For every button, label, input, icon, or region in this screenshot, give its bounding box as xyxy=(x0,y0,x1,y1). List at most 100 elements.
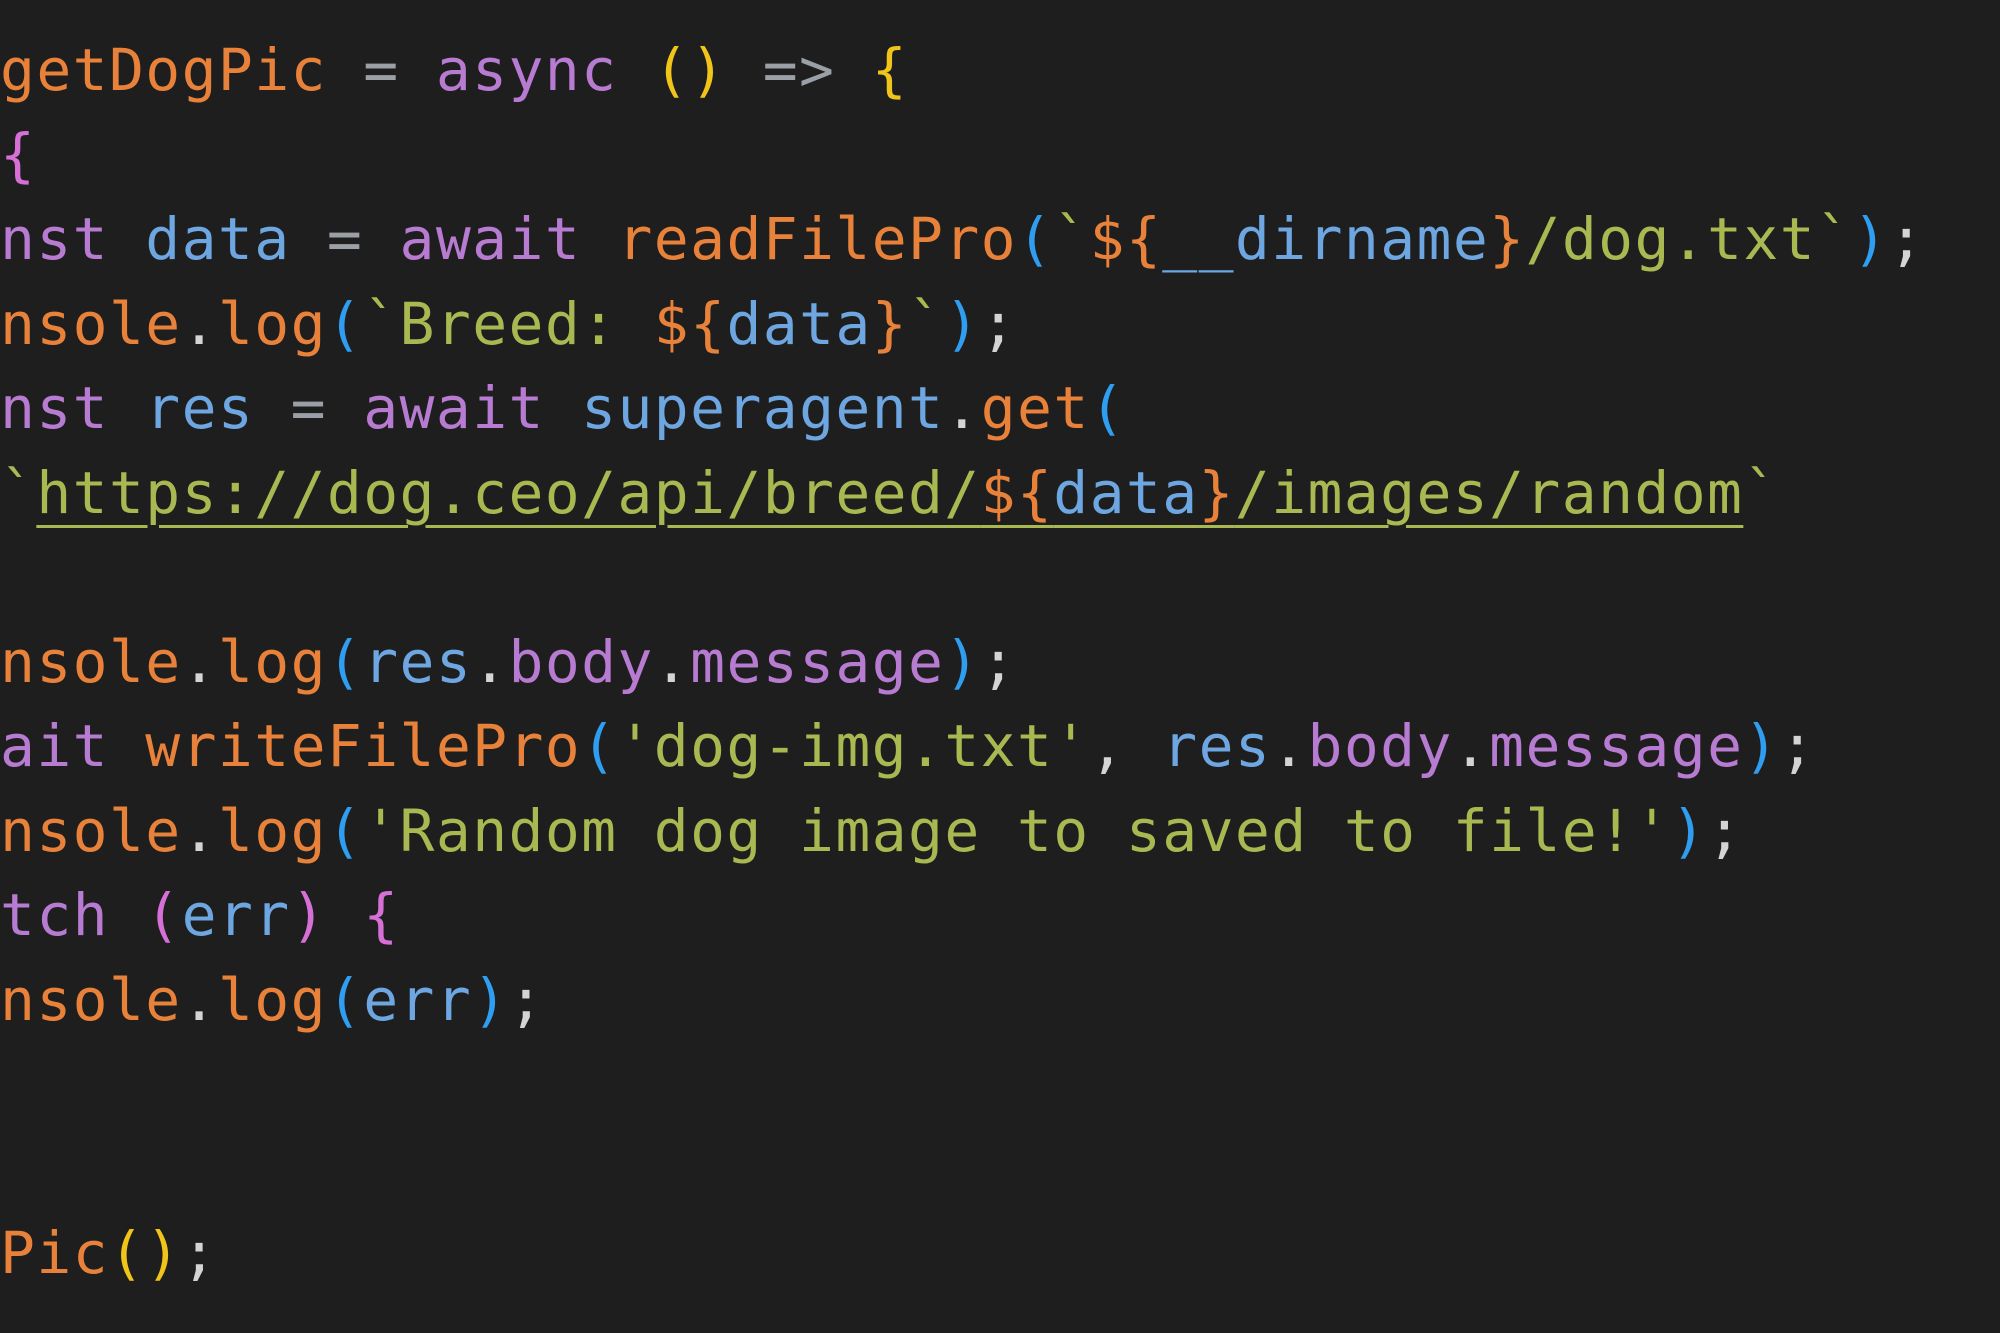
code-link-token[interactable]: /images/random xyxy=(1235,459,1743,527)
code-line[interactable]: { xyxy=(0,113,36,197)
code-token: res xyxy=(363,627,473,696)
code-token: nst xyxy=(0,205,109,273)
code-token: ) xyxy=(1743,712,1780,780)
code-token: ) xyxy=(944,289,981,358)
code-line[interactable]: nsole.log('Random dog image to saved to … xyxy=(0,789,1743,873)
code-editor[interactable]: getDogPic = async () => {{nst data = awa… xyxy=(0,0,2000,1333)
code-token: ; xyxy=(181,1219,218,1287)
code-line[interactable]: Pic(); xyxy=(0,1211,218,1295)
code-token: message xyxy=(1489,712,1744,780)
code-token: { xyxy=(0,120,37,189)
code-link-token[interactable]: https://dog.ceo/api/breed/ xyxy=(36,459,980,527)
code-token: superagent xyxy=(581,374,945,442)
code-token: ; xyxy=(508,965,545,1034)
code-token: ( xyxy=(326,627,364,696)
code-token: = xyxy=(290,205,400,273)
code-token: . xyxy=(1271,712,1308,780)
code-line[interactable]: nst res = await superagent.get( xyxy=(0,366,1126,450)
code-token: ) xyxy=(944,627,981,696)
code-token: ; xyxy=(980,289,1018,358)
code-token: err xyxy=(363,965,473,1034)
code-token: res xyxy=(1162,712,1272,780)
code-token: ; xyxy=(980,627,1018,696)
code-token: = xyxy=(254,374,364,442)
code-token: () xyxy=(108,1219,182,1287)
code-token: ` xyxy=(0,458,37,527)
code-token: data xyxy=(145,205,291,273)
code-token: { xyxy=(871,36,909,104)
code-token: body xyxy=(508,627,654,696)
code-token: 'Random dog image to saved to file!' xyxy=(363,796,1671,865)
code-token: ( xyxy=(145,881,182,949)
code-token: ; xyxy=(1888,205,1926,273)
code-token: = xyxy=(326,36,436,104)
code-token: { xyxy=(363,881,400,949)
code-token: 'dog-img.txt' xyxy=(617,712,1090,780)
code-line[interactable]: nsole.log(`Breed: ${data}`); xyxy=(0,282,1017,366)
code-token: } xyxy=(871,289,909,358)
code-token: ` xyxy=(908,289,945,358)
code-token: . xyxy=(181,965,218,1034)
code-token: data xyxy=(726,289,872,358)
code-token: () xyxy=(653,36,727,104)
code-link-token[interactable]: ${ xyxy=(981,459,1054,527)
code-token: } xyxy=(1489,205,1526,273)
code-token: ) xyxy=(1852,205,1889,273)
code-token: . xyxy=(1452,712,1490,780)
code-token: writeFilePro xyxy=(145,712,582,780)
code-token: ${ xyxy=(1089,205,1163,273)
code-token: ${ xyxy=(653,289,727,358)
code-token: get xyxy=(980,374,1090,442)
code-token: log xyxy=(217,289,327,358)
code-line[interactable]: nsole.log(res.body.message); xyxy=(0,620,1017,704)
code-token: ; xyxy=(1707,796,1744,865)
code-token: await xyxy=(363,374,545,442)
code-token: ` xyxy=(1743,458,1780,527)
code-token: . xyxy=(472,627,509,696)
code-token: . xyxy=(944,374,981,442)
code-token: err xyxy=(181,881,291,949)
code-line[interactable]: getDogPic = async () => { xyxy=(0,28,908,112)
code-line[interactable]: nst data = await readFilePro(`${__dirnam… xyxy=(0,197,1925,281)
code-line[interactable]: tch (err) { xyxy=(0,873,400,957)
code-token: /dog.txt` xyxy=(1525,205,1853,273)
code-token: log xyxy=(217,796,327,865)
code-token: body xyxy=(1307,712,1453,780)
code-token: log xyxy=(217,627,327,696)
code-token: nsole xyxy=(0,289,182,358)
code-token: message xyxy=(690,627,945,696)
code-token: ( xyxy=(581,712,618,780)
code-token: ; xyxy=(1779,712,1817,780)
code-token: . xyxy=(181,289,218,358)
code-token: nsole xyxy=(0,796,182,865)
code-token: ) xyxy=(1670,796,1708,865)
code-token: ( xyxy=(326,965,364,1034)
code-line[interactable]: ait writeFilePro('dog-img.txt', res.body… xyxy=(0,704,1816,788)
code-link-token[interactable]: } xyxy=(1199,459,1235,527)
code-token: ( xyxy=(326,289,364,358)
code-token: Pic xyxy=(0,1219,109,1287)
code-token: ait xyxy=(0,712,109,780)
code-token: ( xyxy=(326,796,364,865)
code-token: ) xyxy=(290,881,327,949)
code-line[interactable]: `https://dog.ceo/api/breed/${data}/image… xyxy=(0,451,1780,535)
code-link-token[interactable]: data xyxy=(1053,459,1198,527)
code-token: ` xyxy=(1053,205,1090,273)
code-token: nsole xyxy=(0,965,182,1034)
code-token: => xyxy=(726,36,872,104)
code-token: ) xyxy=(472,965,509,1034)
code-token: . xyxy=(181,796,218,865)
code-token: nst xyxy=(0,374,109,442)
code-token: . xyxy=(181,627,218,696)
code-token: `Breed: xyxy=(363,289,654,358)
code-line[interactable]: nsole.log(err); xyxy=(0,958,545,1042)
code-token: getDogPic xyxy=(0,36,327,104)
